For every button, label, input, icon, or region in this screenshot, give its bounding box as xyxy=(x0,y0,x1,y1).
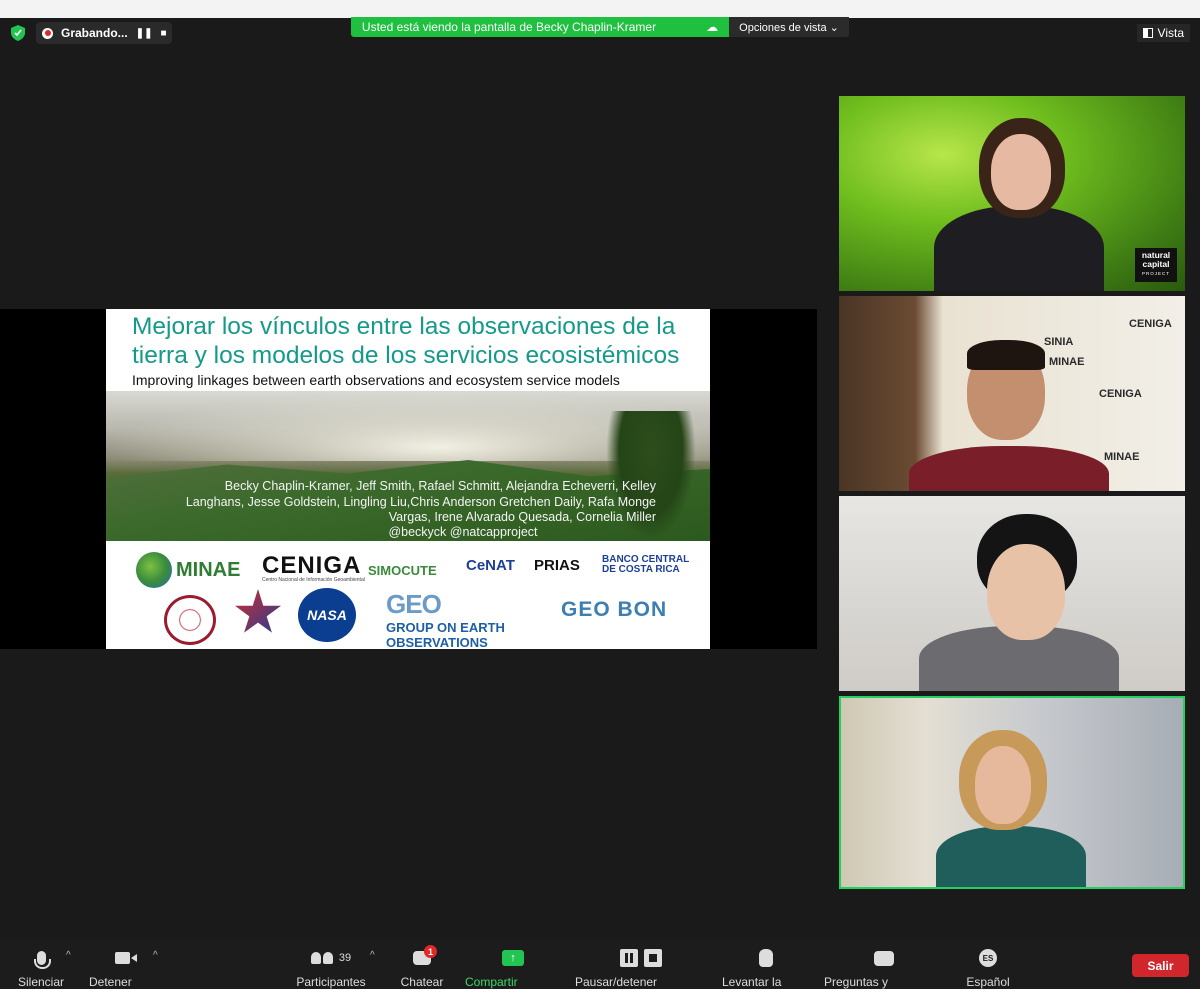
badge-line-2: capital xyxy=(1142,259,1170,269)
mute-options-chevron-icon[interactable]: ^ xyxy=(66,950,71,961)
qa-icon xyxy=(874,950,894,966)
minae-logo: MINAE xyxy=(136,552,240,588)
bccr-logo: BANCO CENTRAL DE COSTA RICA xyxy=(602,554,690,575)
video-tile-3[interactable] xyxy=(839,496,1185,691)
nasa-logo: NASA xyxy=(298,588,356,642)
star-logo xyxy=(234,589,282,633)
slide-subtitle: Improving linkages between earth observa… xyxy=(132,372,620,388)
chat-button[interactable]: 1 Chatear xyxy=(400,945,444,989)
wall-logo-ceniga: CENIGA xyxy=(1129,318,1172,330)
participant-face xyxy=(987,544,1065,640)
participant-face xyxy=(975,746,1031,824)
slide-authors: Becky Chaplin-Kramer, Jeff Smith, Rafael… xyxy=(185,479,656,524)
recording-indicator: Grabando... ❚❚ ■ xyxy=(36,22,172,44)
participant-body xyxy=(934,206,1104,291)
video-tile-1[interactable]: natural capital PROJECT xyxy=(839,96,1185,291)
participant-hair xyxy=(967,340,1045,370)
presentation-slide: Mejorar los vínculos entre las observaci… xyxy=(106,309,710,649)
record-label: Pausar/detener grabación xyxy=(575,975,658,989)
participants-icon xyxy=(310,952,333,964)
wall-logo-ceniga-2: CENIGA xyxy=(1099,388,1142,400)
ceniga-logo: CENIGA xyxy=(262,552,362,579)
view-button[interactable]: Vista xyxy=(1136,24,1190,42)
language-icon: ES xyxy=(979,949,997,967)
stop-video-button[interactable]: Detener video xyxy=(89,948,161,989)
share-screen-button[interactable]: ↑ Compartir pantalla xyxy=(465,948,561,989)
video-tile-4-active-speaker[interactable] xyxy=(839,696,1185,889)
geo-mark: GEO xyxy=(386,589,442,619)
view-options-button[interactable]: Opciones de vista ⌄ xyxy=(729,17,849,37)
share-screen-icon: ↑ xyxy=(502,950,524,966)
raise-hand-button[interactable]: Levantar la mano xyxy=(722,948,810,989)
title-strip xyxy=(0,0,1200,18)
participants-button[interactable]: 39 Participantes xyxy=(296,948,366,989)
pause-icon xyxy=(620,949,638,967)
chat-label: Chatear xyxy=(400,975,444,989)
stop-icon xyxy=(644,949,662,967)
leave-button[interactable]: Salir xyxy=(1132,954,1189,977)
participant-body xyxy=(909,446,1109,491)
chat-icon: 1 xyxy=(413,945,437,965)
mute-label: Silenciar xyxy=(17,975,65,989)
microphone-icon xyxy=(33,951,51,969)
shield-icon[interactable] xyxy=(11,25,25,41)
cloud-icon: ☁ xyxy=(706,20,719,34)
ceniga-subtext: Centro Nacional de Información Geoambien… xyxy=(262,577,365,583)
chat-badge: 1 xyxy=(424,945,437,958)
badge-line-3: PROJECT xyxy=(1141,271,1170,276)
recording-label: Grabando... xyxy=(61,26,128,40)
pause-icon[interactable]: ❚❚ xyxy=(136,28,153,39)
slide-handles: @beckyck @natcapproject xyxy=(388,525,538,539)
share-label: Compartir pantalla xyxy=(465,975,518,989)
share-banner-text: Usted está viendo la pantalla de Becky C… xyxy=(361,20,657,34)
layout-icon xyxy=(1142,28,1153,38)
stanford-seal xyxy=(164,595,216,645)
mute-button[interactable]: Silenciar xyxy=(17,948,65,989)
record-icon xyxy=(42,27,53,39)
geobon-logo: GEO BON xyxy=(561,598,668,621)
geo-logo: GEO GROUP ON EARTH OBSERVATIONS xyxy=(386,589,536,649)
slide-title: Mejorar los vínculos entre las observaci… xyxy=(132,313,680,369)
video-options-chevron-icon[interactable]: ^ xyxy=(153,950,158,961)
hand-icon xyxy=(759,949,773,967)
prias-logo: PRIAS xyxy=(534,557,580,574)
participants-count: 39 xyxy=(338,952,352,964)
qa-button[interactable]: Preguntas y respuestas xyxy=(824,948,944,989)
geo-text: GROUP ON EARTH OBSERVATIONS xyxy=(386,620,505,649)
participant-face xyxy=(991,134,1051,210)
video-tile-2[interactable]: CENIGA SINIA MINAE CENIGA MINAE xyxy=(839,296,1185,491)
natural-capital-badge: natural capital PROJECT xyxy=(1135,248,1177,282)
minae-text: MINAE xyxy=(176,558,241,581)
participants-label: Participantes xyxy=(296,975,366,989)
camera-icon xyxy=(114,952,137,964)
cenat-logo: CeNAT xyxy=(466,557,515,574)
video-label: Detener video xyxy=(89,975,132,989)
wall-logo-minae: MINAE xyxy=(1049,356,1085,368)
view-button-label: Vista xyxy=(1157,26,1184,40)
pause-stop-recording-button[interactable]: Pausar/detener grabación xyxy=(575,948,707,989)
simocute-logo: SIMOCUTE xyxy=(368,563,437,578)
view-options-label: Opciones de vista ⌄ xyxy=(739,21,839,34)
share-banner: Usted está viendo la pantalla de Becky C… xyxy=(351,17,729,37)
wall-logo-minae-2: MINAE xyxy=(1104,451,1140,463)
language-label: Español xyxy=(966,975,1010,989)
participants-options-chevron-icon[interactable]: ^ xyxy=(370,950,375,961)
stop-icon[interactable]: ■ xyxy=(160,28,166,39)
raise-hand-label: Levantar la mano xyxy=(722,975,782,989)
qa-label: Preguntas y respuestas xyxy=(824,975,889,989)
hand-icon xyxy=(136,552,172,588)
participant-body xyxy=(936,826,1086,887)
language-button[interactable]: ES Español xyxy=(966,948,1010,989)
meeting-window: Grabando... ❚❚ ■ Usted está viendo la pa… xyxy=(0,0,1200,989)
wall-logo-sinia: SINIA xyxy=(1044,336,1074,348)
